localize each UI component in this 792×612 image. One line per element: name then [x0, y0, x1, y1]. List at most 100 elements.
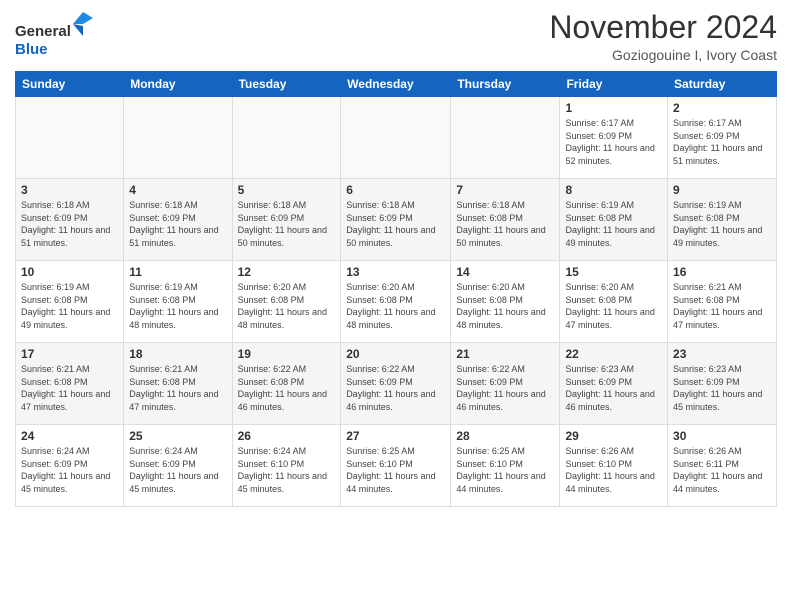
- day-number: 1: [565, 101, 662, 115]
- day-info: Sunrise: 6:24 AM Sunset: 6:10 PM Dayligh…: [238, 445, 336, 495]
- day-info: Sunrise: 6:25 AM Sunset: 6:10 PM Dayligh…: [456, 445, 554, 495]
- calendar-cell: 9Sunrise: 6:19 AM Sunset: 6:08 PM Daylig…: [668, 179, 777, 261]
- day-number: 24: [21, 429, 118, 443]
- day-info: Sunrise: 6:24 AM Sunset: 6:09 PM Dayligh…: [129, 445, 226, 495]
- day-number: 26: [238, 429, 336, 443]
- calendar-cell: 17 Sunrise: 6:21 AM Sunset: 6:08 PM Dayli…: [16, 343, 124, 425]
- location: Goziogouine I, Ivory Coast: [549, 47, 777, 63]
- logo: General Blue: [15, 14, 93, 59]
- day-number: 13: [346, 265, 445, 279]
- day-number: 18: [129, 347, 226, 361]
- calendar-cell: 10 Sunrise: 6:19 AM Sunset: 6:08 PM Dayli…: [16, 261, 124, 343]
- calendar-cell: 16Sunrise: 6:21 AM Sunset: 6:08 PM Dayli…: [668, 261, 777, 343]
- day-info: Sunrise: 6:20 AM Sunset: 6:08 PM Dayligh…: [565, 281, 662, 331]
- day-number: 19: [238, 347, 336, 361]
- header: General Blue November 2024 Goziogouine I…: [15, 10, 777, 63]
- day-info: Sunrise: 6:18 AM Sunset: 6:08 PM Dayligh…: [456, 199, 554, 249]
- calendar-cell: 6Sunrise: 6:18 AM Sunset: 6:09 PM Daylig…: [341, 179, 451, 261]
- day-number: 29: [565, 429, 662, 443]
- calendar-header-row: Sunday Monday Tuesday Wednesday Thursday…: [16, 72, 777, 97]
- col-friday: Friday: [560, 72, 668, 97]
- day-info: Sunrise: 6:17 AM Sunset: 6:09 PM Dayligh…: [673, 117, 771, 167]
- day-number: 15: [565, 265, 662, 279]
- day-info: Sunrise: 6:23 AM Sunset: 6:09 PM Dayligh…: [565, 363, 662, 413]
- day-number: 27: [346, 429, 445, 443]
- calendar-cell: [451, 97, 560, 179]
- calendar-cell: 12Sunrise: 6:20 AM Sunset: 6:08 PM Dayli…: [232, 261, 341, 343]
- calendar-cell: [16, 97, 124, 179]
- calendar-cell: 20 Sunrise: 6:22 AM Sunset: 6:09 PM Dayli…: [341, 343, 451, 425]
- day-info: Sunrise: 6:21 AM Sunset: 6:08 PM Dayligh…: [129, 363, 226, 413]
- calendar-week-1: 1 Sunrise: 6:17 AM Sunset: 6:09 PM Daylig…: [16, 97, 777, 179]
- logo-general: General: [15, 23, 71, 40]
- day-info: Sunrise: 6:19 AM Sunset: 6:08 PM Dayligh…: [129, 281, 226, 331]
- day-info: Sunrise: 6:19 AM Sunset: 6:08 PM Dayligh…: [21, 281, 118, 331]
- day-number: 20: [346, 347, 445, 361]
- calendar-cell: [341, 97, 451, 179]
- day-info: Sunrise: 6:19 AM Sunset: 6:08 PM Dayligh…: [565, 199, 662, 249]
- calendar-cell: 14 Sunrise: 6:20 AM Sunset: 6:08 PM Dayli…: [451, 261, 560, 343]
- day-number: 11: [129, 265, 226, 279]
- day-number: 5: [238, 183, 336, 197]
- calendar-week-3: 10 Sunrise: 6:19 AM Sunset: 6:08 PM Dayli…: [16, 261, 777, 343]
- calendar-cell: 2 Sunrise: 6:17 AM Sunset: 6:09 PM Daylig…: [668, 97, 777, 179]
- day-info: Sunrise: 6:20 AM Sunset: 6:08 PM Dayligh…: [456, 281, 554, 331]
- calendar-cell: [232, 97, 341, 179]
- calendar-table: Sunday Monday Tuesday Wednesday Thursday…: [15, 71, 777, 507]
- day-number: 10: [21, 265, 118, 279]
- day-info: Sunrise: 6:26 AM Sunset: 6:11 PM Dayligh…: [673, 445, 771, 495]
- calendar-cell: [124, 97, 232, 179]
- calendar-cell: 5 Sunrise: 6:18 AM Sunset: 6:09 PM Daylig…: [232, 179, 341, 261]
- calendar-cell: 15 Sunrise: 6:20 AM Sunset: 6:08 PM Dayli…: [560, 261, 668, 343]
- calendar-cell: 29Sunrise: 6:26 AM Sunset: 6:10 PM Dayli…: [560, 425, 668, 507]
- calendar-cell: 22 Sunrise: 6:23 AM Sunset: 6:09 PM Dayli…: [560, 343, 668, 425]
- col-monday: Monday: [124, 72, 232, 97]
- day-number: 3: [21, 183, 118, 197]
- calendar-cell: 21 Sunrise: 6:22 AM Sunset: 6:09 PM Dayli…: [451, 343, 560, 425]
- calendar-cell: 19 Sunrise: 6:22 AM Sunset: 6:08 PM Dayli…: [232, 343, 341, 425]
- calendar-week-4: 17 Sunrise: 6:21 AM Sunset: 6:08 PM Dayli…: [16, 343, 777, 425]
- calendar-cell: 7Sunrise: 6:18 AM Sunset: 6:08 PM Daylig…: [451, 179, 560, 261]
- day-info: Sunrise: 6:21 AM Sunset: 6:08 PM Dayligh…: [21, 363, 118, 413]
- calendar-cell: 23 Sunrise: 6:23 AM Sunset: 6:09 PM Dayli…: [668, 343, 777, 425]
- day-info: Sunrise: 6:22 AM Sunset: 6:08 PM Dayligh…: [238, 363, 336, 413]
- col-wednesday: Wednesday: [341, 72, 451, 97]
- day-info: Sunrise: 6:17 AM Sunset: 6:09 PM Dayligh…: [565, 117, 662, 167]
- calendar-cell: 25Sunrise: 6:24 AM Sunset: 6:09 PM Dayli…: [124, 425, 232, 507]
- logo-bird-icon: [73, 12, 93, 36]
- day-info: Sunrise: 6:24 AM Sunset: 6:09 PM Dayligh…: [21, 445, 118, 495]
- calendar-cell: 3 Sunrise: 6:18 AM Sunset: 6:09 PM Daylig…: [16, 179, 124, 261]
- day-number: 4: [129, 183, 226, 197]
- day-number: 12: [238, 265, 336, 279]
- calendar-cell: 1 Sunrise: 6:17 AM Sunset: 6:09 PM Daylig…: [560, 97, 668, 179]
- col-tuesday: Tuesday: [232, 72, 341, 97]
- calendar-cell: 28Sunrise: 6:25 AM Sunset: 6:10 PM Dayli…: [451, 425, 560, 507]
- day-info: Sunrise: 6:22 AM Sunset: 6:09 PM Dayligh…: [346, 363, 445, 413]
- day-number: 30: [673, 429, 771, 443]
- day-number: 16: [673, 265, 771, 279]
- day-info: Sunrise: 6:25 AM Sunset: 6:10 PM Dayligh…: [346, 445, 445, 495]
- calendar-cell: 27 Sunrise: 6:25 AM Sunset: 6:10 PM Dayli…: [341, 425, 451, 507]
- day-number: 8: [565, 183, 662, 197]
- calendar-cell: 8 Sunrise: 6:19 AM Sunset: 6:08 PM Daylig…: [560, 179, 668, 261]
- title-section: November 2024 Goziogouine I, Ivory Coast: [549, 10, 777, 63]
- calendar-week-2: 3 Sunrise: 6:18 AM Sunset: 6:09 PM Daylig…: [16, 179, 777, 261]
- day-info: Sunrise: 6:22 AM Sunset: 6:09 PM Dayligh…: [456, 363, 554, 413]
- day-number: 21: [456, 347, 554, 361]
- day-info: Sunrise: 6:18 AM Sunset: 6:09 PM Dayligh…: [238, 199, 336, 249]
- day-number: 22: [565, 347, 662, 361]
- day-info: Sunrise: 6:20 AM Sunset: 6:08 PM Dayligh…: [346, 281, 445, 331]
- col-sunday: Sunday: [16, 72, 124, 97]
- logo-text: General Blue: [15, 14, 93, 59]
- calendar-cell: 26 Sunrise: 6:24 AM Sunset: 6:10 PM Dayli…: [232, 425, 341, 507]
- day-info: Sunrise: 6:19 AM Sunset: 6:08 PM Dayligh…: [673, 199, 771, 249]
- day-number: 17: [21, 347, 118, 361]
- day-number: 23: [673, 347, 771, 361]
- col-thursday: Thursday: [451, 72, 560, 97]
- calendar-cell: 18 Sunrise: 6:21 AM Sunset: 6:08 PM Dayli…: [124, 343, 232, 425]
- calendar-cell: 24 Sunrise: 6:24 AM Sunset: 6:09 PM Dayli…: [16, 425, 124, 507]
- day-info: Sunrise: 6:18 AM Sunset: 6:09 PM Dayligh…: [21, 199, 118, 249]
- day-info: Sunrise: 6:23 AM Sunset: 6:09 PM Dayligh…: [673, 363, 771, 413]
- day-number: 2: [673, 101, 771, 115]
- day-number: 14: [456, 265, 554, 279]
